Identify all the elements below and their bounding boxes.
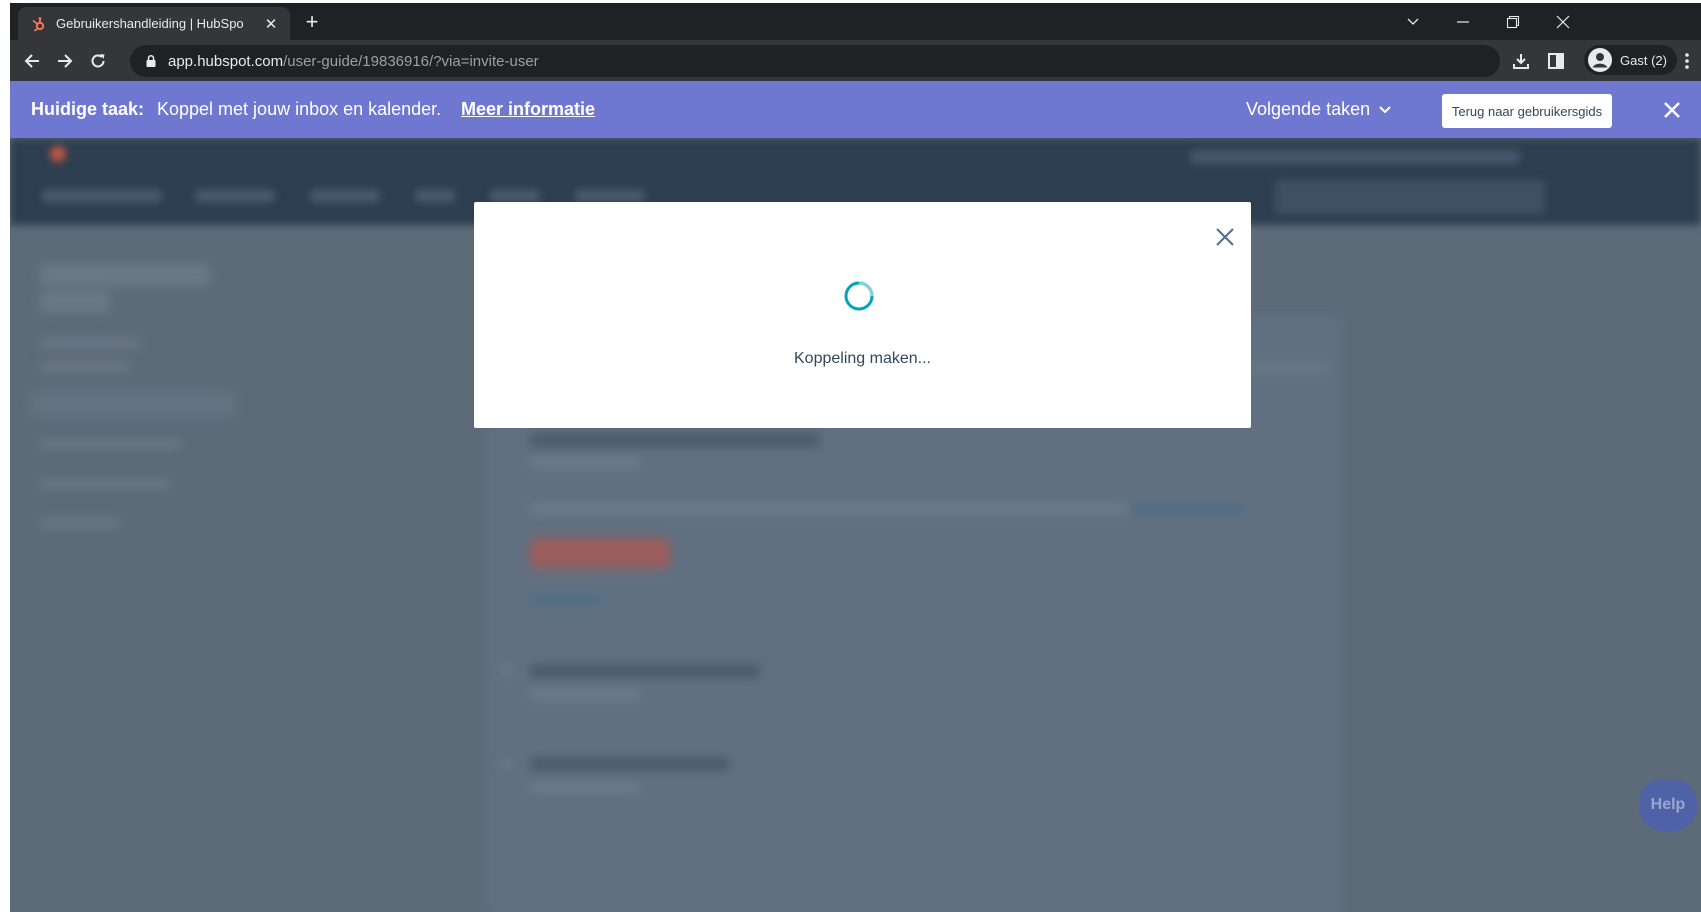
browser-tab[interactable]: Gebruikershandleiding | HubSpo ✕ [18, 7, 290, 40]
minimize-icon[interactable] [1440, 3, 1486, 40]
address-bar[interactable]: app.hubspot.com/user-guide/19836916/?via… [130, 45, 1500, 77]
next-tasks-label: Volgende taken [1246, 99, 1371, 119]
restore-icon[interactable] [1490, 3, 1536, 40]
next-tasks-dropdown[interactable]: Volgende taken [1246, 99, 1392, 120]
new-tab-icon[interactable]: + [300, 11, 324, 35]
connecting-modal: Koppeling maken... [474, 202, 1251, 428]
modal-close-icon[interactable] [1214, 226, 1236, 248]
reload-icon[interactable] [85, 48, 111, 74]
tab-title: Gebruikershandleiding | HubSpo [56, 16, 244, 31]
tab-strip: Gebruikershandleiding | HubSpo ✕ + [10, 3, 1701, 40]
back-to-guide-button[interactable]: Terug naar gebruikersgids [1442, 94, 1612, 128]
lock-icon [146, 54, 156, 67]
download-icon[interactable] [1508, 48, 1534, 74]
url-host: app.hubspot.com [168, 52, 284, 70]
forward-arrow-icon[interactable] [52, 48, 78, 74]
more-info-link[interactable]: Meer informatie [461, 99, 595, 120]
banner-close-icon[interactable] [1663, 101, 1681, 119]
url-path: /user-guide/19836916/?via=invite-user [283, 52, 539, 70]
task-label: Huidige taak: [31, 99, 145, 119]
task-text: Koppel met jouw inbox en kalender. [157, 99, 442, 119]
hubspot-logo-icon [32, 16, 45, 32]
loading-spinner-icon [844, 281, 874, 311]
window-close-icon[interactable] [1540, 3, 1586, 40]
browser-toolbar: app.hubspot.com/user-guide/19836916/?via… [10, 40, 1701, 81]
profile-button[interactable]: Gast (2) [1584, 45, 1677, 75]
avatar-icon [1588, 48, 1612, 72]
profile-label: Gast (2) [1620, 52, 1667, 68]
task-banner: Huidige taak: Koppel met jouw inbox en k… [10, 81, 1701, 138]
side-panel-icon[interactable] [1543, 48, 1569, 74]
chevron-down-icon [1379, 105, 1391, 113]
modal-status-text: Koppeling maken... [794, 350, 931, 367]
tab-search-icon[interactable] [1390, 3, 1436, 40]
help-button[interactable]: Help [1639, 779, 1697, 831]
browser-window: Gebruikershandleiding | HubSpo ✕ + app.h… [10, 3, 1701, 912]
more-menu-icon[interactable] [1674, 48, 1700, 74]
back-arrow-icon[interactable] [19, 48, 45, 74]
tab-close-icon[interactable]: ✕ [262, 15, 280, 33]
